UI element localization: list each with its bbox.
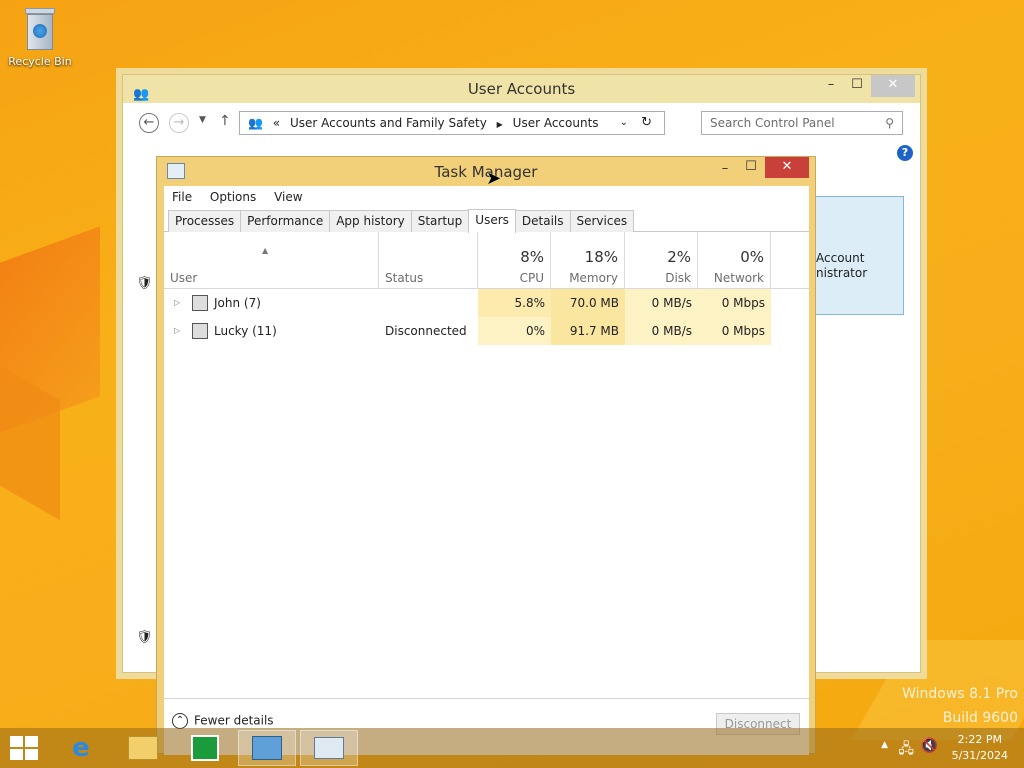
refresh-icon[interactable]: ↻ [641, 112, 652, 134]
user-accounts-title: User Accounts [467, 80, 576, 98]
build-watermark: Build 9600 [942, 710, 1018, 726]
tab-details[interactable]: Details [514, 210, 571, 232]
tab-services[interactable]: Services [569, 210, 635, 232]
user-avatar-icon [192, 295, 208, 311]
control-panel-icon [252, 736, 282, 760]
user-row-john[interactable]: ▷ John (7) 5.8% 70.0 MB 0 MB/s 0 Mbps [164, 289, 809, 317]
control-panel-taskbar-button[interactable] [238, 730, 296, 766]
user-name: John (7) [214, 296, 261, 310]
memory-cell: 91.7 MB [551, 317, 625, 345]
task-manager-icon [314, 737, 344, 759]
user-accounts-titlebar[interactable]: 👥 User Accounts – ☐ ✕ [123, 75, 920, 103]
uac-shield-icon: 🛡 [136, 276, 153, 291]
breadcrumb-item-user-accounts[interactable]: User Accounts [513, 116, 599, 130]
clock-time: 2:22 PM [957, 733, 1002, 746]
windows-edition-watermark: Windows 8.1 Pro [902, 686, 1018, 702]
expand-chevron-icon[interactable]: ▷ [174, 317, 180, 345]
breadcrumb-overflow[interactable]: « [273, 116, 280, 130]
disk-cell: 0 MB/s [625, 317, 698, 345]
column-header-memory[interactable]: 18% Memory [551, 232, 625, 289]
column-header-status[interactable]: Status [379, 232, 478, 289]
tab-bar: Processes Performance App history Startu… [164, 208, 809, 233]
back-arrow-icon[interactable]: ← [139, 113, 159, 133]
network-icon[interactable]: 🖧 [898, 738, 914, 762]
user-row-lucky[interactable]: ▷ Lucky (11) Disconnected 0% 91.7 MB 0 M… [164, 317, 809, 345]
menu-view[interactable]: View [274, 190, 302, 204]
minimize-button[interactable]: – [711, 159, 739, 181]
column-header-user[interactable]: ▲ User [164, 232, 379, 289]
tab-processes[interactable]: Processes [168, 210, 242, 232]
control-panel-icon: 👥 [248, 116, 263, 130]
forward-arrow-icon[interactable]: → [169, 113, 189, 133]
file-explorer-taskbar-button[interactable] [114, 730, 172, 766]
start-button[interactable] [10, 736, 38, 760]
show-hidden-icons-icon[interactable]: ▲ [881, 740, 888, 750]
account-tile[interactable]: Account nistrator [815, 196, 904, 315]
cpu-total-percent: 8% [520, 248, 544, 266]
store-taskbar-button[interactable] [176, 730, 234, 766]
minimize-button[interactable]: – [817, 75, 845, 97]
cpu-cell: 5.8% [478, 289, 551, 317]
expand-chevron-icon[interactable]: ▷ [174, 289, 180, 317]
sort-ascending-icon: ▲ [262, 246, 269, 255]
menu-file[interactable]: File [172, 190, 192, 204]
recent-pages-chevron-icon[interactable]: ▼ [199, 115, 206, 125]
disk-total-percent: 2% [667, 248, 691, 266]
address-bar[interactable]: 👥 « User Accounts and Family Safety ▶ Us… [239, 111, 665, 135]
menu-bar: File Options View [164, 186, 809, 208]
internet-explorer-taskbar-button[interactable]: e [52, 730, 110, 766]
memory-cell: 70.0 MB [551, 289, 625, 317]
mouse-cursor-icon: ➤ [486, 168, 502, 189]
account-tile-line1: Account [816, 251, 865, 265]
volume-muted-icon[interactable]: 🔇 [921, 738, 938, 754]
user-status: Disconnected [385, 324, 467, 338]
network-cell: 0 Mbps [698, 289, 771, 317]
user-name: Lucky (11) [214, 324, 277, 338]
menu-options[interactable]: Options [210, 190, 256, 204]
tab-startup[interactable]: Startup [410, 210, 470, 232]
tab-performance[interactable]: Performance [240, 210, 331, 232]
task-manager-body: File Options View Processes Performance … [164, 186, 809, 755]
recycle-bin-label: Recycle Bin [8, 55, 72, 68]
column-header-row: ▲ User Status 8% CPU 18% Memory 2% Disk … [164, 232, 809, 289]
disk-cell: 0 MB/s [625, 289, 698, 317]
taskbar: e ▲ 🖧 🔇 2:22 PM 5/31/2024 [0, 728, 1024, 768]
close-button[interactable]: ✕ [765, 157, 809, 178]
clock-date: 5/31/2024 [951, 749, 1008, 762]
task-manager-icon [167, 163, 185, 179]
clock[interactable]: 2:22 PM 5/31/2024 [952, 732, 1008, 764]
maximize-button[interactable]: ☐ [737, 157, 765, 179]
address-dropdown-icon[interactable]: ⌄ [620, 112, 628, 134]
recycle-bin-desktop-icon[interactable]: Recycle Bin [6, 8, 74, 68]
internet-explorer-icon: e [72, 733, 90, 763]
uac-shield-icon: 🛡 [136, 630, 153, 645]
cpu-cell: 0% [478, 317, 551, 345]
fewer-details-toggle[interactable]: ⌃ Fewer details [172, 713, 274, 729]
navigation-bar: ← → ▼ ↑ 👥 « User Accounts and Family Saf… [123, 103, 920, 143]
close-button[interactable]: ✕ [871, 75, 915, 97]
up-arrow-icon[interactable]: ↑ [219, 113, 231, 129]
search-icon[interactable]: ⚲ [885, 112, 894, 134]
task-manager-window: Task Manager – ☐ ✕ File Options View Pro… [156, 156, 816, 755]
recycle-bin-icon [23, 8, 57, 52]
collapse-circle-icon: ⌃ [172, 713, 188, 729]
network-total-percent: 0% [740, 248, 764, 266]
help-icon[interactable]: ? [897, 145, 913, 161]
column-header-network[interactable]: 0% Network [698, 232, 771, 289]
store-icon [191, 735, 219, 761]
task-manager-taskbar-button[interactable] [300, 730, 358, 766]
column-header-disk[interactable]: 2% Disk [625, 232, 698, 289]
tab-users[interactable]: Users [468, 209, 516, 233]
memory-total-percent: 18% [584, 248, 618, 266]
folder-icon [128, 736, 158, 760]
user-avatar-icon [192, 323, 208, 339]
maximize-button[interactable]: ☐ [843, 75, 871, 97]
tab-app-history[interactable]: App history [329, 210, 412, 232]
column-header-cpu[interactable]: 8% CPU [478, 232, 551, 289]
search-input[interactable]: Search Control Panel ⚲ [701, 111, 903, 135]
search-placeholder: Search Control Panel [710, 116, 835, 130]
network-cell: 0 Mbps [698, 317, 771, 345]
breadcrumb-item-family-safety[interactable]: User Accounts and Family Safety [290, 116, 487, 130]
account-tile-line2: nistrator [816, 266, 868, 280]
